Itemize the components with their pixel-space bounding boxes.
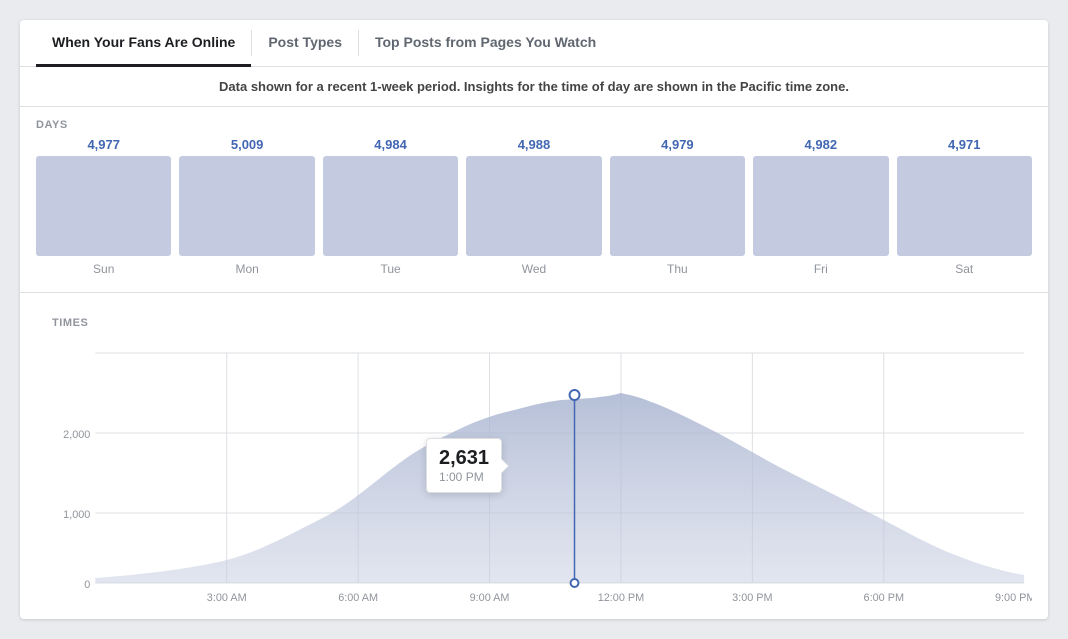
times-chart: 0 1,000 2,000 3:00 AM [36, 343, 1032, 603]
main-card: When Your Fans Are Online Post Types Top… [20, 20, 1048, 619]
day-col: 4,984 Tue [323, 137, 458, 276]
day-col: 4,971 Sat [897, 137, 1032, 276]
day-bar [466, 156, 601, 256]
day-name: Fri [814, 262, 828, 276]
day-col: 4,988 Wed [466, 137, 601, 276]
day-col: 4,982 Fri [753, 137, 888, 276]
day-bar [179, 156, 314, 256]
day-bar [610, 156, 745, 256]
day-bar [36, 156, 171, 256]
times-label: TIMES [36, 305, 1032, 335]
svg-text:3:00 PM: 3:00 PM [732, 592, 772, 603]
svg-text:1,000: 1,000 [63, 509, 90, 521]
svg-text:6:00 PM: 6:00 PM [864, 592, 904, 603]
day-name: Thu [667, 262, 688, 276]
svg-text:2,000: 2,000 [63, 429, 90, 441]
day-bar [323, 156, 458, 256]
day-value: 4,988 [518, 137, 551, 152]
tab-bar: When Your Fans Are Online Post Types Top… [20, 20, 1048, 67]
day-name: Mon [235, 262, 258, 276]
svg-text:6:00 AM: 6:00 AM [338, 592, 378, 603]
chart-svg: 0 1,000 2,000 3:00 AM [36, 343, 1032, 603]
day-value: 4,971 [948, 137, 981, 152]
day-value: 4,979 [661, 137, 694, 152]
day-name: Tue [380, 262, 400, 276]
day-value: 4,984 [374, 137, 407, 152]
info-bar: Data shown for a recent 1-week period. I… [20, 67, 1048, 107]
days-grid: 4,977 Sun 5,009 Mon 4,984 Tue 4,988 Wed … [20, 137, 1048, 292]
day-col: 4,979 Thu [610, 137, 745, 276]
day-col: 4,977 Sun [36, 137, 171, 276]
day-bar [897, 156, 1032, 256]
svg-text:9:00 AM: 9:00 AM [470, 592, 510, 603]
day-name: Wed [522, 262, 546, 276]
times-section: TIMES 0 1,000 2,000 [20, 292, 1048, 619]
day-bar [753, 156, 888, 256]
svg-text:3:00 AM: 3:00 AM [207, 592, 247, 603]
svg-text:12:00 PM: 12:00 PM [598, 592, 644, 603]
svg-text:9:00 PM: 9:00 PM [995, 592, 1032, 603]
tab-top-posts[interactable]: Top Posts from Pages You Watch [359, 20, 612, 67]
day-col: 5,009 Mon [179, 137, 314, 276]
days-label: DAYS [20, 107, 1048, 137]
day-value: 4,977 [87, 137, 120, 152]
tab-post-types[interactable]: Post Types [252, 20, 358, 67]
day-value: 4,982 [805, 137, 838, 152]
day-name: Sun [93, 262, 114, 276]
day-name: Sat [955, 262, 973, 276]
svg-text:0: 0 [84, 579, 90, 591]
day-value: 5,009 [231, 137, 264, 152]
tab-when-online[interactable]: When Your Fans Are Online [36, 20, 251, 67]
